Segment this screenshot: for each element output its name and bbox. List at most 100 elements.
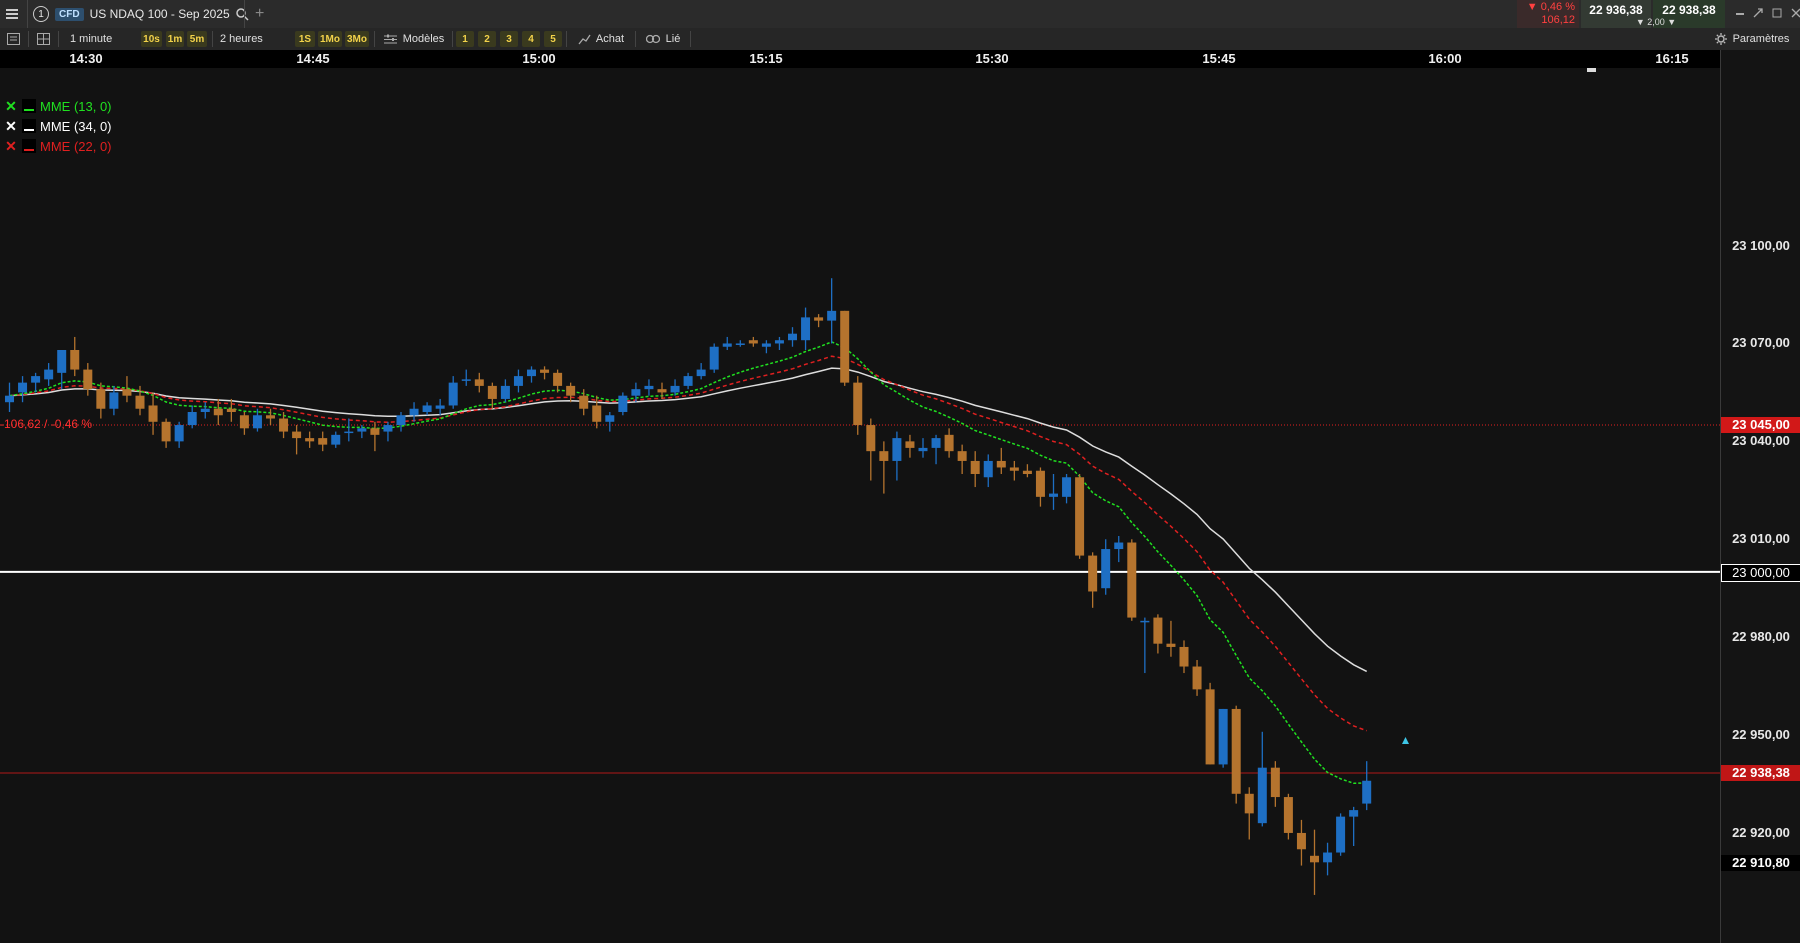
candle-body — [200, 408, 210, 412]
instrument-tab[interactable]: 1 CFD US NDAQ 100 - Sep 2025 — [33, 0, 249, 28]
chart-area[interactable]: ✕ MME (13, 0) ✕ MME (34, 0) ✕ MME (22, 0… — [0, 68, 1720, 943]
candle — [1310, 829, 1319, 895]
candle-body — [148, 405, 158, 422]
search-icon[interactable] — [235, 7, 249, 21]
layout-2[interactable]: 2 — [478, 31, 496, 47]
candle-body — [853, 382, 863, 426]
maximize-icon[interactable] — [1772, 7, 1782, 21]
candle-body — [1166, 643, 1176, 647]
time-label: 14:30 — [69, 51, 103, 66]
remove-indicator-icon[interactable]: ✕ — [4, 98, 18, 114]
price-chart[interactable] — [0, 68, 1720, 943]
candle-body — [500, 385, 510, 399]
candle — [1349, 806, 1359, 846]
minimize-icon[interactable] — [1736, 13, 1744, 15]
range-select[interactable]: 2 heures — [216, 31, 290, 47]
candle — [187, 405, 197, 429]
candle-body — [579, 395, 589, 409]
timeframe-10s[interactable]: 10s — [141, 31, 162, 47]
candle — [931, 434, 941, 465]
candle-body — [1179, 646, 1189, 667]
chart-toolbar: 1 minute 10s 1m 5m 2 heures 1S 1Mo 3Mo M… — [0, 28, 1800, 51]
candle — [631, 382, 641, 403]
menu-icon[interactable] — [4, 0, 20, 28]
candle — [305, 431, 315, 448]
candle — [1022, 464, 1032, 478]
candle — [840, 310, 850, 386]
range-1s[interactable]: 1S — [295, 31, 315, 47]
linked-label: Lié — [665, 33, 681, 45]
remove-indicator-icon[interactable]: ✕ — [4, 138, 18, 154]
interval-select[interactable]: 1 minute — [62, 31, 140, 47]
candle-body — [827, 310, 837, 321]
candle — [553, 369, 563, 393]
candle-body — [709, 346, 719, 370]
candle — [370, 421, 380, 452]
timeframe-1m[interactable]: 1m — [166, 31, 184, 47]
info-icon[interactable]: 1 — [33, 6, 49, 22]
restore-icon[interactable] — [1753, 7, 1763, 21]
timeframe-5m[interactable]: 5m — [187, 31, 207, 47]
price-tick: 23 070,00 — [1732, 335, 1790, 351]
linked-button[interactable]: Lié — [641, 31, 685, 47]
candle-body — [735, 343, 745, 345]
candle-body — [5, 395, 14, 403]
layout-1[interactable]: 1 — [456, 31, 474, 47]
candle-body — [161, 421, 171, 442]
range-1mo[interactable]: 1Mo — [318, 31, 342, 47]
candle-body — [1127, 542, 1137, 618]
color-swatch[interactable] — [22, 119, 36, 133]
time-axis[interactable]: 14:30 14:45 15:00 15:15 15:30 15:45 16:0… — [0, 50, 1720, 68]
candle — [292, 425, 302, 455]
divider — [27, 0, 28, 28]
color-swatch[interactable] — [22, 99, 36, 113]
legend-label[interactable]: MME (22, 0) — [40, 139, 112, 154]
candle-body — [644, 385, 654, 390]
settings-button[interactable]: Paramètres — [1708, 31, 1796, 47]
candle — [618, 392, 628, 416]
candle-body — [748, 340, 758, 344]
candle — [96, 382, 106, 419]
candle-body — [1035, 470, 1045, 497]
level-tag[interactable]: 23 000,00 — [1721, 563, 1800, 582]
chart-list-icon[interactable] — [4, 31, 22, 47]
close-icon[interactable] — [1791, 7, 1800, 21]
candle — [500, 379, 510, 403]
price-tick: 23 040,00 — [1732, 433, 1790, 449]
buy-button[interactable]: Achat — [572, 31, 630, 47]
legend-label[interactable]: MME (13, 0) — [40, 99, 112, 114]
candle — [1362, 761, 1372, 811]
candle — [748, 336, 758, 347]
color-swatch[interactable] — [22, 139, 36, 153]
candle — [1231, 705, 1241, 804]
add-tab-button[interactable]: + — [255, 0, 264, 28]
candle-body — [774, 340, 784, 344]
candle — [1336, 813, 1346, 856]
candle-body — [1310, 855, 1319, 863]
candle-body — [592, 405, 602, 422]
layout-5[interactable]: 5 — [544, 31, 562, 47]
window-controls — [1736, 0, 1800, 28]
candle — [527, 366, 536, 383]
candle-body — [461, 379, 471, 381]
candle — [814, 314, 824, 328]
time-label: 14:45 — [296, 51, 330, 66]
remove-indicator-icon[interactable]: ✕ — [4, 118, 18, 134]
templates-button[interactable]: Modèles — [380, 31, 448, 47]
candle — [279, 412, 289, 439]
candle — [1114, 536, 1124, 563]
layout-grid-icon[interactable] — [34, 31, 52, 47]
layout-3[interactable]: 3 — [500, 31, 518, 47]
candle — [1205, 682, 1215, 765]
candle — [605, 412, 615, 432]
range-3mo[interactable]: 3Mo — [345, 31, 369, 47]
time-label: 15:00 — [522, 51, 556, 66]
price-axis[interactable]: 23 100,00 23 070,00 23 040,00 23 010,00 … — [1720, 50, 1800, 943]
candle-body — [761, 343, 771, 347]
candle — [422, 402, 432, 416]
layout-4[interactable]: 4 — [522, 31, 540, 47]
templates-icon — [383, 34, 397, 45]
candle — [318, 431, 328, 452]
home-icon[interactable] — [1586, 68, 1597, 72]
legend-label[interactable]: MME (34, 0) — [40, 119, 112, 134]
